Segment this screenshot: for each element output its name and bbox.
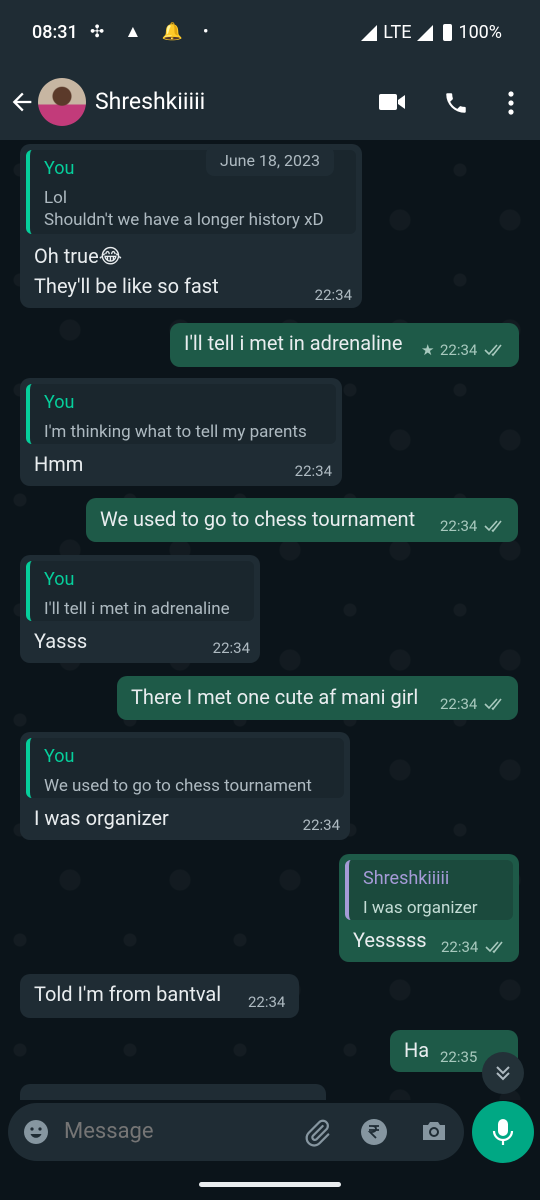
battery-icon <box>443 24 453 41</box>
navigation-bar <box>0 1164 540 1200</box>
message-outgoing[interactable]: There I met one cute af mani girl 22:34 <box>117 676 518 720</box>
status-bar: 08:31 ✣ ▲ 🔔 • LTE 100% <box>0 0 540 64</box>
double-check-icon <box>485 941 503 954</box>
status-right: LTE 100% <box>361 22 502 43</box>
quote-sender: You <box>44 158 75 179</box>
quoted-message[interactable]: You I'll tell i met in adrenaline <box>26 561 254 621</box>
home-gesture-pill[interactable] <box>199 1182 341 1187</box>
chat-header: Shreshkiiiii <box>0 64 540 140</box>
rupee-payment-icon[interactable] <box>360 1118 388 1146</box>
message-text: Told I'm from bantval <box>34 982 222 1006</box>
video-call-icon[interactable] <box>378 90 406 114</box>
message-time: 22:34 <box>302 816 340 834</box>
back-arrow-icon[interactable] <box>8 88 36 116</box>
message-time: 22:34 <box>441 938 479 956</box>
chat-area[interactable]: You Lol Shouldn't we have a longer histo… <box>0 140 540 1100</box>
message-incoming[interactable]: You I'm thinking what to tell my parents… <box>20 378 342 486</box>
message-text: They'll be like so fast <box>34 274 219 298</box>
message-text: Hmm <box>34 452 84 476</box>
message-incoming[interactable]: You We used to go to chess tournament I … <box>20 732 350 840</box>
quoted-message[interactable]: Shreshkiiiii I was organizer <box>345 860 513 920</box>
message-time: 22:34 <box>440 695 478 713</box>
signal-icon <box>361 24 378 41</box>
quote-text: I'm thinking what to tell my parents <box>44 422 307 442</box>
quoted-message[interactable]: You I'm thinking what to tell my parents <box>26 384 336 444</box>
double-check-icon <box>484 698 502 711</box>
message-text: Ha <box>404 1038 430 1062</box>
double-chevron-down-icon <box>496 1066 510 1081</box>
message-time: 22:34 <box>294 462 332 480</box>
more-vert-icon[interactable] <box>500 90 522 116</box>
avatar[interactable] <box>38 78 86 126</box>
message-incoming[interactable]: You I'll tell i met in adrenaline Yasss … <box>20 555 260 663</box>
message-text: We used to go to chess tournament <box>100 507 416 531</box>
double-check-icon <box>484 344 502 357</box>
contact-name[interactable]: Shreshkiiiii <box>95 88 205 115</box>
message-text: Oh true😂 <box>34 244 123 268</box>
message-incoming[interactable]: Told I'm from bantval 22:34 <box>20 974 299 1018</box>
message-text: I was organizer <box>34 806 169 830</box>
quote-sender: You <box>44 569 75 590</box>
quote-text: Shouldn't we have a longer history xD <box>44 210 324 230</box>
quote-text: I was organizer <box>363 898 478 918</box>
scroll-to-bottom-button[interactable] <box>482 1052 524 1094</box>
message-time: 22:34 <box>248 993 286 1011</box>
notification-icons: ✣ ▲ 🔔 • <box>90 22 217 42</box>
message-time: 22:34 <box>314 286 352 304</box>
message-outgoing[interactable]: We used to go to chess tournament 22:34 <box>86 498 518 542</box>
quote-sender: You <box>44 746 75 767</box>
star-icon: ★ <box>421 341 435 359</box>
status-time: 08:31 <box>32 22 78 43</box>
microphone-icon <box>492 1119 514 1145</box>
voice-call-icon[interactable] <box>443 90 469 116</box>
battery-level: 100% <box>458 22 502 43</box>
message-time: 22:34 <box>440 517 478 535</box>
signal-strength-icon <box>417 24 434 41</box>
quote-text: I'll tell i met in adrenaline <box>44 599 230 619</box>
camera-icon[interactable] <box>420 1118 448 1144</box>
attach-icon[interactable] <box>302 1118 332 1148</box>
message-outgoing[interactable]: I'll tell i met in adrenaline ★ 22:34 <box>170 323 519 367</box>
message-text: Yesssss <box>353 928 427 952</box>
message-outgoing[interactable]: Shreshkiiiii I was organizer Yesssss 22:… <box>339 854 519 962</box>
message-input[interactable] <box>64 1119 284 1144</box>
date-chip: June 18, 2023 <box>206 146 334 176</box>
message-text: I'll tell i met in adrenaline <box>184 331 403 355</box>
message-text: There I met one cute af mani girl <box>131 685 419 709</box>
network-type: LTE <box>383 22 412 43</box>
message-incoming[interactable] <box>20 1084 326 1100</box>
quote-sender: Shreshkiiiii <box>363 868 450 889</box>
quote-text: Lol <box>44 188 67 208</box>
message-composer <box>8 1103 464 1161</box>
message-time: 22:34 <box>212 639 250 657</box>
quote-text: We used to go to chess tournament <box>44 776 312 796</box>
double-check-icon <box>484 520 502 533</box>
voice-record-button[interactable] <box>472 1101 534 1163</box>
emoji-icon[interactable] <box>22 1118 50 1146</box>
message-time: 22:35 <box>440 1048 478 1066</box>
message-time: 22:34 <box>440 341 478 359</box>
message-text: Yasss <box>34 629 88 653</box>
quoted-message[interactable]: You We used to go to chess tournament <box>26 738 344 798</box>
quote-sender: You <box>44 392 75 413</box>
